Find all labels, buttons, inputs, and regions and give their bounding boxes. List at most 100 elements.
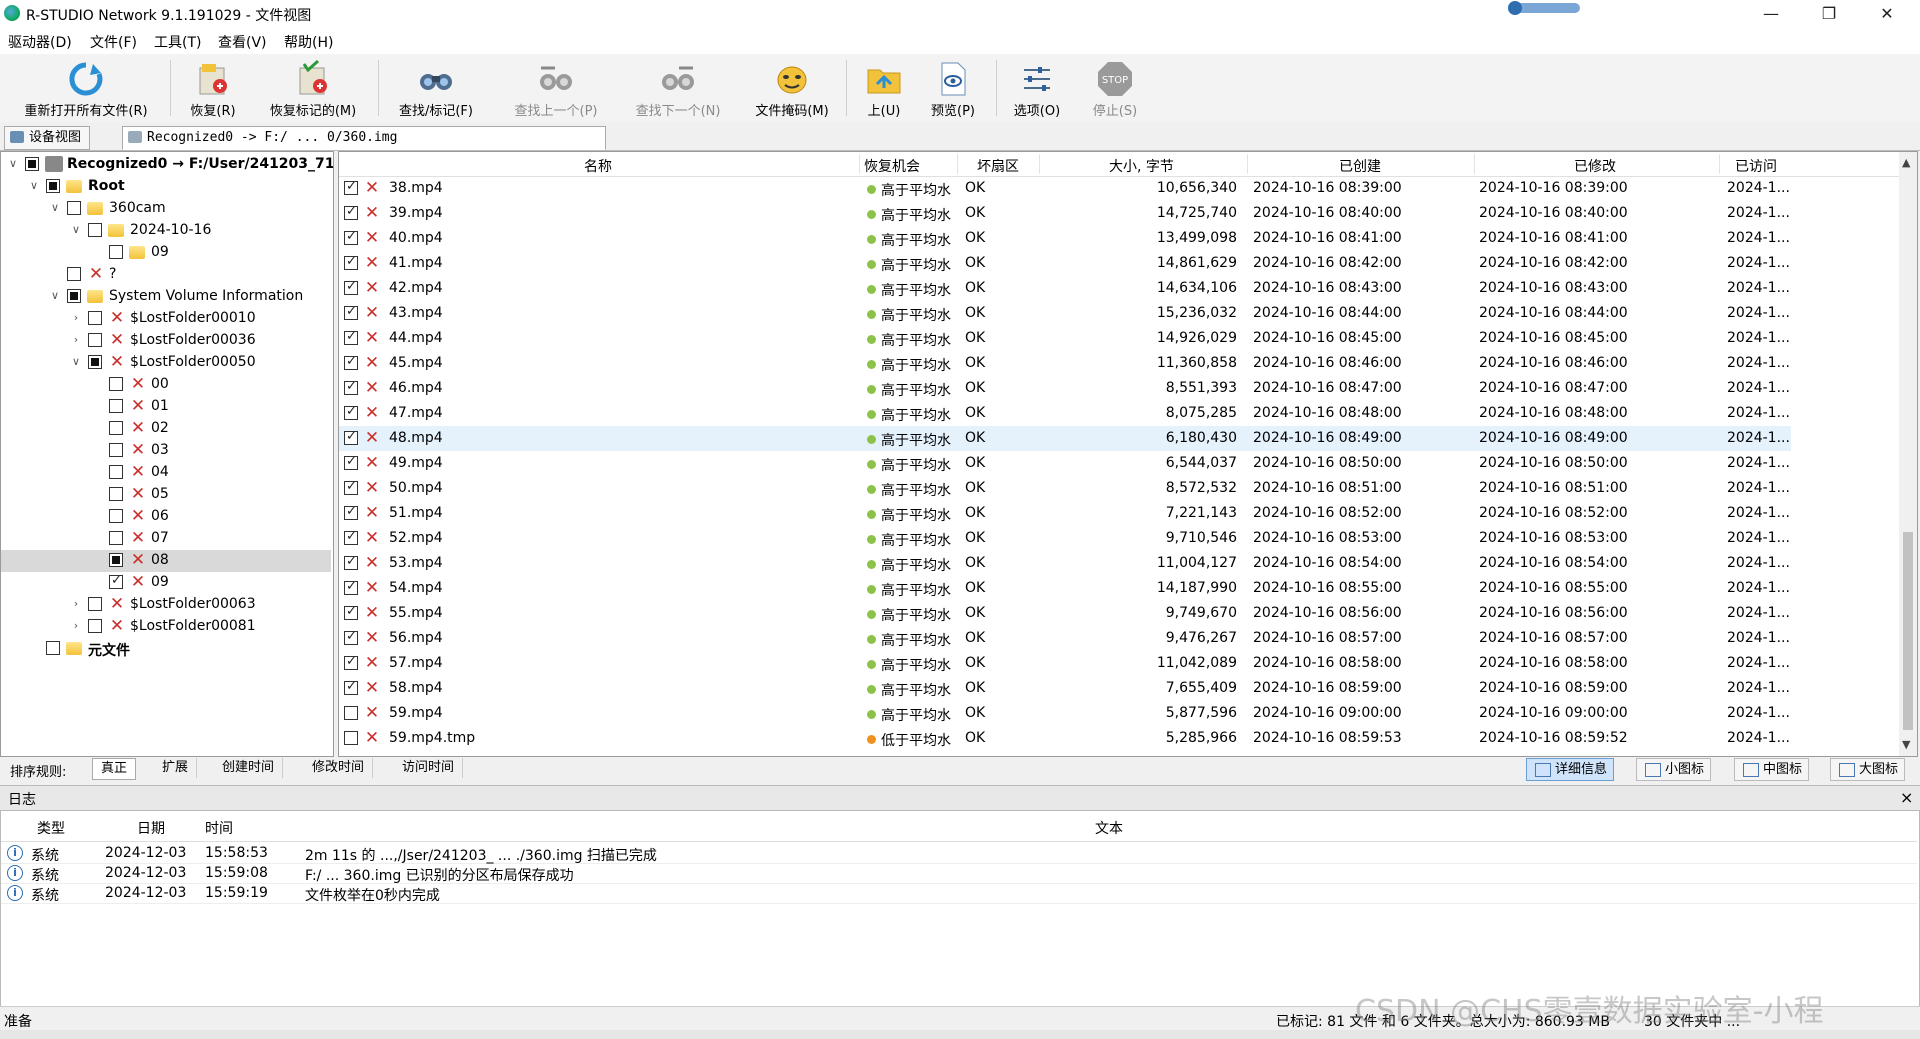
- tree-checkbox[interactable]: [88, 311, 102, 325]
- file-checkbox[interactable]: [344, 679, 358, 695]
- view-medium-icons-button[interactable]: 中图标: [1734, 758, 1810, 781]
- file-row[interactable]: ✕ 40.mp4 高于平均水 OK 13,499,098 2024-10-16 08:41…: [339, 226, 1791, 251]
- file-checkbox[interactable]: [344, 354, 358, 370]
- tree-node[interactable]: › ✕ $LostFolder00036: [1, 330, 331, 352]
- log-col-text[interactable]: 文本: [1095, 818, 1123, 838]
- tree-checkbox[interactable]: [67, 289, 81, 303]
- preview-button[interactable]: 预览(P): [920, 54, 986, 120]
- tree-node[interactable]: ∨ Root: [1, 176, 331, 198]
- tree-node[interactable]: ✕?: [1, 264, 331, 286]
- tree-checkbox[interactable]: [109, 399, 123, 413]
- tree-checkbox[interactable]: [46, 641, 60, 655]
- view-details-button[interactable]: 详细信息: [1526, 758, 1615, 781]
- tab-device-view[interactable]: 设备视图: [4, 126, 91, 150]
- sort-accessed[interactable]: 访问时间: [394, 758, 464, 778]
- tree-node[interactable]: 09: [1, 242, 331, 264]
- file-row[interactable]: ✕ 42.mp4 高于平均水 OK 14,634,106 2024-10-16 08:43…: [339, 276, 1791, 301]
- log-row[interactable]: i 系统 2024-12-03 15:59:08 F:/ ... 360.img 已识别…: [1, 863, 1917, 884]
- file-checkbox[interactable]: [344, 454, 358, 470]
- tree-checkbox[interactable]: [88, 223, 102, 237]
- tree-node[interactable]: ✕ 05: [1, 484, 331, 506]
- col-divider[interactable]: [1039, 154, 1040, 174]
- collapse-icon[interactable]: ∨: [7, 158, 19, 170]
- file-row[interactable]: ✕ 38.mp4 高于平均水 OK 10,656,340 2024-10-16 08:39…: [339, 176, 1791, 201]
- file-checkbox[interactable]: [344, 429, 358, 445]
- file-checkbox[interactable]: [344, 479, 358, 495]
- log-col-time[interactable]: 时间: [205, 818, 233, 838]
- col-divider[interactable]: [957, 154, 958, 174]
- tree-checkbox[interactable]: [109, 421, 123, 435]
- file-row[interactable]: ✕ 44.mp4 高于平均水 OK 14,926,029 2024-10-16 08:45…: [339, 326, 1791, 351]
- menu-help[interactable]: 帮助(H): [284, 32, 333, 52]
- find-mark-button[interactable]: 查找/标记(F): [386, 54, 486, 120]
- file-row[interactable]: ✕ 48.mp4 高于平均水 OK 6,180,430 2024-10-16 08:49:…: [339, 426, 1791, 451]
- file-checkbox[interactable]: [344, 654, 358, 670]
- file-row[interactable]: ✕ 39.mp4 高于平均水 OK 14,725,740 2024-10-16 08:40…: [339, 201, 1791, 226]
- tree-node[interactable]: › ✕ $LostFolder00010: [1, 308, 331, 330]
- menu-view[interactable]: 查看(V): [218, 32, 267, 52]
- tree-checkbox[interactable]: [67, 201, 81, 215]
- file-checkbox[interactable]: [344, 554, 358, 570]
- tree-checkbox[interactable]: [109, 465, 123, 479]
- tree-checkbox[interactable]: [88, 333, 102, 347]
- file-checkbox[interactable]: [344, 504, 358, 520]
- file-checkbox[interactable]: [344, 604, 358, 620]
- tree-node[interactable]: ∨ 360cam: [1, 198, 331, 220]
- file-row[interactable]: ✕ 56.mp4 高于平均水 OK 9,476,267 2024-10-16 08:57:…: [339, 626, 1791, 651]
- menu-file[interactable]: 文件(F): [90, 32, 137, 52]
- view-large-icons-button[interactable]: 大图标: [1830, 758, 1906, 781]
- tree-checkbox[interactable]: [109, 509, 123, 523]
- scrollbar-thumb[interactable]: [1903, 532, 1913, 730]
- col-bad-sectors[interactable]: 坏扇区: [977, 156, 1019, 176]
- close-button[interactable]: ✕: [1858, 0, 1916, 28]
- sort-true[interactable]: 真正: [92, 758, 137, 780]
- menu-tools[interactable]: 工具(T): [154, 32, 201, 52]
- file-checkbox[interactable]: [344, 279, 358, 295]
- file-checkbox[interactable]: [344, 529, 358, 545]
- up-button[interactable]: 上(U): [856, 54, 912, 120]
- options-button[interactable]: 选项(O): [1004, 54, 1070, 120]
- minimize-button[interactable]: —: [1742, 0, 1800, 28]
- tree-node[interactable]: ✕ 03: [1, 440, 331, 462]
- col-recovery-chance[interactable]: 恢复机会: [864, 156, 920, 176]
- tree-node[interactable]: ✕ 01: [1, 396, 331, 418]
- file-checkbox[interactable]: [344, 629, 358, 645]
- col-size[interactable]: 大小, 字节: [1109, 156, 1174, 176]
- file-checkbox[interactable]: [344, 254, 358, 270]
- tree-checkbox[interactable]: [109, 487, 123, 501]
- zoom-slider[interactable]: [1508, 1, 1580, 15]
- tree-node[interactable]: ✕ 09: [1, 572, 331, 594]
- file-row[interactable]: ✕ 54.mp4 高于平均水 OK 14,187,990 2024-10-16 08:55…: [339, 576, 1791, 601]
- file-checkbox[interactable]: [344, 579, 358, 595]
- file-checkbox[interactable]: [344, 304, 358, 320]
- tree-checkbox[interactable]: [88, 597, 102, 611]
- col-modified[interactable]: 已修改: [1574, 156, 1616, 176]
- collapse-icon[interactable]: ∨: [70, 224, 82, 236]
- file-row[interactable]: ✕ 47.mp4 高于平均水 OK 8,075,285 2024-10-16 08:48:…: [339, 401, 1791, 426]
- col-divider[interactable]: [1247, 154, 1248, 174]
- log-close-button[interactable]: ×: [1900, 788, 1913, 807]
- view-small-icons-button[interactable]: 小图标: [1636, 758, 1712, 781]
- log-row[interactable]: i 系统 2024-12-03 15:59:19 文件枚举在0秒内完成: [1, 883, 1917, 904]
- tree-node[interactable]: ∨ System Volume Information: [1, 286, 331, 308]
- tree-checkbox[interactable]: [109, 553, 123, 567]
- file-row[interactable]: ✕ 52.mp4 高于平均水 OK 9,710,546 2024-10-16 08:53:…: [339, 526, 1791, 551]
- tree-checkbox[interactable]: [109, 573, 123, 589]
- file-row[interactable]: ✕ 53.mp4 高于平均水 OK 11,004,127 2024-10-16 08:54…: [339, 551, 1791, 576]
- file-checkbox[interactable]: [344, 204, 358, 220]
- file-row[interactable]: ✕ 57.mp4 高于平均水 OK 11,042,089 2024-10-16 08:58…: [339, 651, 1791, 676]
- expand-icon[interactable]: ›: [70, 334, 82, 346]
- tree-node[interactable]: ✕ 06: [1, 506, 331, 528]
- file-checkbox[interactable]: [344, 379, 358, 395]
- sort-modified[interactable]: 修改时间: [304, 758, 374, 778]
- file-row[interactable]: ✕ 58.mp4 高于平均水 OK 7,655,409 2024-10-16 08:59:…: [339, 676, 1791, 701]
- expand-icon[interactable]: ›: [70, 598, 82, 610]
- tree-checkbox[interactable]: [88, 355, 102, 369]
- tree-node[interactable]: › ✕ $LostFolder00081: [1, 616, 331, 638]
- file-row[interactable]: ✕ 59.mp4.tmp 低于平均水 OK 5,285,966 2024-10-16 08…: [339, 726, 1791, 751]
- reopen-all-button[interactable]: 重新打开所有文件(R): [8, 54, 164, 120]
- sort-created[interactable]: 创建时间: [214, 758, 284, 778]
- recover-marked-button[interactable]: 恢复标记的(M): [258, 54, 368, 120]
- tree-checkbox[interactable]: [109, 245, 123, 259]
- file-row[interactable]: ✕ 46.mp4 高于平均水 OK 8,551,393 2024-10-16 08:47:…: [339, 376, 1791, 401]
